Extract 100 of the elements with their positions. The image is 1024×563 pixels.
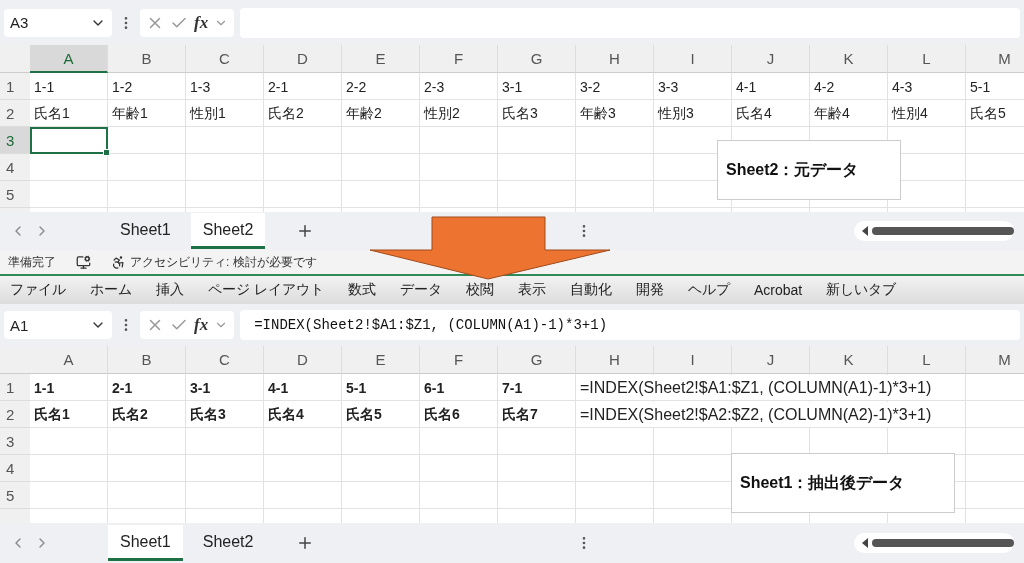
- table-cell-text: 性別4: [890, 103, 929, 123]
- horizontal-scrollbar[interactable]: [854, 533, 1014, 553]
- sheet-tab[interactable]: Sheet2: [190, 213, 266, 249]
- column-header[interactable]: C: [186, 346, 264, 374]
- ribbon-tab[interactable]: 新しいタブ: [826, 281, 897, 299]
- active-cell[interactable]: [30, 127, 108, 154]
- table-cell-text: 1-2: [111, 77, 134, 97]
- table-cell-text: 氏名5: [969, 103, 1007, 123]
- column-header[interactable]: C: [186, 45, 264, 73]
- column-header[interactable]: D: [264, 346, 342, 374]
- ribbon-tab[interactable]: 表示: [517, 281, 546, 299]
- table-cell-text: 性別1: [188, 103, 227, 123]
- column-header[interactable]: K: [810, 45, 888, 73]
- column-header[interactable]: L: [888, 45, 966, 73]
- accessibility-icon: [111, 254, 126, 270]
- column-header[interactable]: J: [732, 45, 810, 73]
- column-header[interactable]: I: [654, 45, 732, 73]
- column-header[interactable]: K: [810, 346, 888, 374]
- table-cell-text: 年齢3: [579, 103, 617, 123]
- table-cell-text: 氏名3: [501, 103, 539, 123]
- table-cell-text: 2-2: [345, 77, 368, 97]
- table-cell-text: 7-1: [501, 378, 524, 398]
- column-header[interactable]: F: [420, 45, 498, 73]
- column-header[interactable]: A: [30, 346, 108, 374]
- ribbon-tab[interactable]: Acrobat: [753, 282, 803, 298]
- column-header[interactable]: G: [498, 346, 576, 374]
- table-cell-text: 氏名1: [33, 404, 71, 424]
- table-cell-text: 1-1: [33, 77, 56, 97]
- sheet-tab[interactable]: Sheet2: [190, 525, 266, 561]
- column-header[interactable]: M: [966, 45, 1024, 73]
- monitor-icon[interactable]: [76, 254, 91, 270]
- table-cell-text: 4-1: [735, 77, 758, 97]
- table-cell-text: 氏名2: [111, 404, 149, 424]
- table-cell-text: 氏名1: [33, 103, 71, 123]
- table-cell-text: 5-1: [345, 378, 368, 398]
- table-cell-text: 3-2: [579, 77, 602, 97]
- column-header[interactable]: E: [342, 45, 420, 73]
- status-ready: 準備完了: [8, 253, 56, 271]
- table-cell-text: 4-1: [267, 378, 290, 398]
- ribbon-tab[interactable]: 自動化: [569, 281, 612, 299]
- table-cell-text: 3-1: [189, 378, 212, 398]
- ribbon-tab[interactable]: 開発: [635, 281, 664, 299]
- horizontal-scrollbar[interactable]: [854, 221, 1014, 241]
- table-cell-text: 2-3: [423, 77, 446, 97]
- table-cell-text: 氏名2: [267, 103, 305, 123]
- ribbon-tab[interactable]: データ: [399, 281, 442, 299]
- ribbon-tab[interactable]: 挿入: [156, 281, 184, 299]
- column-header[interactable]: H: [576, 45, 654, 73]
- ribbon-tab[interactable]: ページ レイアウト: [208, 281, 324, 299]
- column-header[interactable]: L: [888, 346, 966, 374]
- column-header[interactable]: J: [732, 346, 810, 374]
- table-cell-text: 氏名7: [501, 404, 539, 424]
- formula-input[interactable]: =INDEX(Sheet2!$A1:$Z1, (COLUMN(A1)-1)*3+1): [240, 310, 1020, 340]
- table-cell-text: 氏名4: [267, 404, 305, 424]
- table-cell-text: 氏名4: [735, 103, 773, 123]
- accessibility-status[interactable]: アクセシビリティ: 検討が必要です: [111, 253, 317, 271]
- sheet-tab[interactable]: Sheet1: [108, 525, 183, 561]
- insert-function-button[interactable]: fx: [194, 12, 209, 33]
- add-sheet-icon[interactable]: [296, 534, 314, 552]
- table-cell-text: 6-1: [423, 378, 446, 398]
- insert-function-button[interactable]: fx: [194, 315, 209, 335]
- column-header[interactable]: B: [108, 45, 186, 73]
- ribbon-tab[interactable]: ファイル: [10, 281, 66, 299]
- row-header[interactable]: 3: [0, 127, 30, 154]
- column-header[interactable]: M: [966, 346, 1024, 374]
- table-cell-text: 氏名3: [189, 404, 227, 424]
- column-header[interactable]: D: [264, 45, 342, 73]
- column-header[interactable]: G: [498, 45, 576, 73]
- ribbon-tab[interactable]: 校閲: [465, 281, 494, 299]
- table-cell-text: 2-1: [267, 77, 290, 97]
- callout-label: Sheet1：抽出後データ: [731, 453, 955, 513]
- column-header[interactable]: B: [108, 346, 186, 374]
- table-cell-text: 性別2: [422, 103, 461, 123]
- table-cell-text: 1-3: [189, 77, 212, 97]
- table-cell-text: 2-1: [111, 378, 134, 398]
- add-sheet-icon[interactable]: [296, 222, 314, 240]
- table-cell-text: 年齢1: [111, 103, 149, 123]
- column-header[interactable]: I: [654, 346, 732, 374]
- sheet-tab[interactable]: Sheet1: [108, 213, 183, 249]
- column-header[interactable]: F: [420, 346, 498, 374]
- callout-label: Sheet2：元データ: [717, 140, 901, 200]
- table-cell-text: 4-3: [891, 77, 914, 97]
- table-cell-text: 氏名6: [423, 404, 461, 424]
- column-header[interactable]: E: [342, 346, 420, 374]
- fill-handle[interactable]: [103, 149, 110, 156]
- table-cell-text: 5-1: [969, 77, 992, 97]
- ribbon-tab[interactable]: 数式: [347, 281, 376, 299]
- table-cell-text: 年齢2: [345, 103, 383, 123]
- column-header[interactable]: H: [576, 346, 654, 374]
- table-cell-text: 3-1: [501, 77, 524, 97]
- ribbon-tab[interactable]: ホーム: [90, 281, 132, 299]
- ribbon-tab[interactable]: ヘルプ: [687, 281, 730, 299]
- table-cell-text: 氏名5: [345, 404, 383, 424]
- table-cell-text: 4-2: [813, 77, 836, 97]
- column-header[interactable]: A: [30, 45, 108, 73]
- table-cell-text: 1-1: [33, 378, 56, 398]
- table-cell-text: 3-3: [657, 77, 680, 97]
- name-box[interactable]: A1: [4, 311, 112, 339]
- table-cell-text: 性別3: [656, 103, 695, 123]
- name-box[interactable]: A3: [4, 8, 112, 37]
